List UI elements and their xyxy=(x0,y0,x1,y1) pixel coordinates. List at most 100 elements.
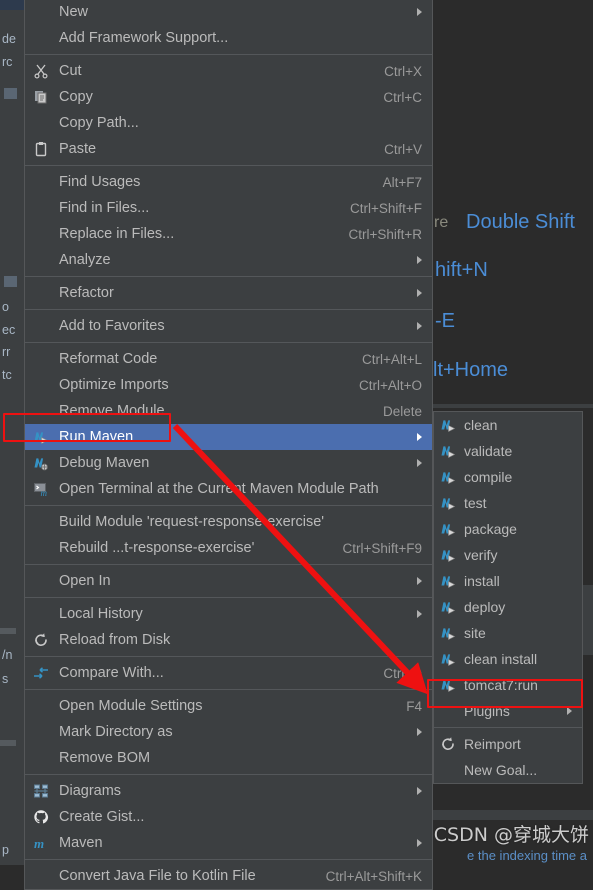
menu-item-reimport[interactable]: Reimport xyxy=(434,731,582,757)
menu-item-remove-module[interactable]: Remove Module Delete xyxy=(25,398,432,424)
tip-double-shift: Double Shift xyxy=(466,211,575,233)
menu-item-label: install xyxy=(464,573,500,589)
chevron-right-icon xyxy=(417,322,422,330)
menu-item-shortcut: Ctrl+Shift+F9 xyxy=(342,540,422,556)
menu-item-debug-maven[interactable]: Debug Maven xyxy=(25,450,432,476)
menu-item-create-gist[interactable]: Create Gist... xyxy=(25,804,432,830)
menu-item-copy-path[interactable]: Copy Path... xyxy=(25,110,432,136)
maven-goal-icon xyxy=(440,599,464,615)
menu-item-shortcut: Ctrl+Alt+Shift+K xyxy=(325,868,422,884)
menu-item-verify[interactable]: verify xyxy=(434,542,582,568)
tree-chip xyxy=(4,276,17,287)
menu-item-label: Find in Files... xyxy=(59,200,150,216)
menu-item-open-in[interactable]: Open In xyxy=(25,568,432,594)
bg-divider xyxy=(433,810,593,820)
menu-item-analyze[interactable]: Analyze xyxy=(25,247,432,273)
menu-item-convert-java-file-to-kotlin-file[interactable]: Convert Java File to Kotlin File Ctrl+Alt… xyxy=(25,863,432,889)
menu-item-label: compile xyxy=(464,469,513,485)
menu-item-mark-directory-as[interactable]: Mark Directory as xyxy=(25,719,432,745)
menu-item-find-usages[interactable]: Find Usages Alt+F7 xyxy=(25,169,432,195)
menu-item-maven[interactable]: m Maven xyxy=(25,830,432,856)
menu-item-remove-bom[interactable]: Remove BOM xyxy=(25,745,432,771)
menu-separator xyxy=(25,505,432,506)
no-icon xyxy=(33,4,59,20)
csdn-watermark: CSDN @穿城大饼 xyxy=(433,824,589,846)
maven-goal-icon xyxy=(440,651,464,667)
menu-separator xyxy=(25,165,432,166)
menu-item-label: deploy xyxy=(464,599,506,615)
menu-item-label: validate xyxy=(464,443,513,459)
menu-item-validate[interactable]: validate xyxy=(434,438,582,464)
menu-item-shortcut: Delete xyxy=(382,403,422,419)
menu-item-shortcut: Ctrl+D xyxy=(383,665,422,681)
menu-item-label: package xyxy=(464,521,517,537)
menu-item-find-in-files[interactable]: Find in Files... Ctrl+Shift+F xyxy=(25,195,432,221)
no-icon xyxy=(33,30,59,46)
menu-item-label: Add Framework Support... xyxy=(59,30,229,46)
no-icon xyxy=(440,703,464,719)
menu-item-site[interactable]: site xyxy=(434,620,582,646)
menu-item-new-goal[interactable]: New Goal... xyxy=(434,757,582,783)
menu-item-clean[interactable]: clean xyxy=(434,412,582,438)
menu-item-build-module-request-response-exercise[interactable]: Build Module 'request-response-exercise' xyxy=(25,509,432,535)
maven-goal-icon xyxy=(440,443,464,459)
no-icon xyxy=(33,252,59,268)
menu-item-label: Add to Favorites xyxy=(59,318,165,334)
menu-item-shortcut: Ctrl+X xyxy=(384,63,422,79)
menu-item-reformat-code[interactable]: Reformat Code Ctrl+Alt+L xyxy=(25,346,432,372)
maven-goal-icon xyxy=(440,469,464,485)
no-icon xyxy=(33,606,59,622)
menu-item-refactor[interactable]: Refactor xyxy=(25,280,432,306)
menu-item-install[interactable]: install xyxy=(434,568,582,594)
menu-item-label: test xyxy=(464,495,487,511)
menu-item-label: Rebuild ...t-response-exercise' xyxy=(59,540,255,556)
menu-item-replace-in-files[interactable]: Replace in Files... Ctrl+Shift+R xyxy=(25,221,432,247)
menu-item-clean-install[interactable]: clean install xyxy=(434,646,582,672)
menu-item-label: Maven xyxy=(59,835,103,851)
menu-item-run-maven[interactable]: Run Maven xyxy=(25,424,432,450)
menu-item-package[interactable]: package xyxy=(434,516,582,542)
menu-item-diagrams[interactable]: Diagrams xyxy=(25,778,432,804)
menu-item-label: verify xyxy=(464,547,498,563)
menu-item-open-terminal-at-the-current-maven-module-path[interactable]: m Open Terminal at the Current Maven Modu… xyxy=(25,476,432,502)
menu-item-reload-from-disk[interactable]: Reload from Disk xyxy=(25,627,432,653)
menu-item-optimize-imports[interactable]: Optimize Imports Ctrl+Alt+O xyxy=(25,372,432,398)
menu-item-cut[interactable]: Cut Ctrl+X xyxy=(25,58,432,84)
menu-item-rebuild-t-response-exercise[interactable]: Rebuild ...t-response-exercise' Ctrl+Shif… xyxy=(25,535,432,561)
menu-item-label: Remove Module xyxy=(59,403,165,419)
run-maven-submenu[interactable]: clean validate compile test package verify ins… xyxy=(433,411,583,784)
menu-item-label: Run Maven xyxy=(59,429,134,445)
terminal-maven-icon: m xyxy=(33,481,59,497)
menu-item-deploy[interactable]: deploy xyxy=(434,594,582,620)
menu-item-add-framework-support[interactable]: Add Framework Support... xyxy=(25,25,432,51)
chevron-right-icon xyxy=(417,289,422,297)
menu-item-compare-with[interactable]: Compare With... Ctrl+D xyxy=(25,660,432,686)
menu-item-paste[interactable]: Paste Ctrl+V xyxy=(25,136,432,162)
no-icon xyxy=(33,750,59,766)
menu-item-label: clean xyxy=(464,417,498,433)
no-icon xyxy=(33,724,59,740)
menu-item-local-history[interactable]: Local History xyxy=(25,601,432,627)
tip-shift-n: hift+N xyxy=(435,259,488,281)
menu-item-shortcut: Ctrl+Shift+R xyxy=(348,226,422,242)
maven-goal-icon xyxy=(440,547,464,563)
menu-item-label: Convert Java File to Kotlin File xyxy=(59,868,256,884)
no-icon xyxy=(33,403,59,419)
menu-item-label: Copy xyxy=(59,89,93,105)
copy-icon xyxy=(33,89,59,105)
compare-icon xyxy=(33,665,59,681)
chevron-right-icon xyxy=(417,787,422,795)
menu-item-new[interactable]: New xyxy=(25,0,432,25)
menu-separator xyxy=(25,774,432,775)
menu-item-add-to-favorites[interactable]: Add to Favorites xyxy=(25,313,432,339)
menu-item-tomcat7-run[interactable]: tomcat7:run xyxy=(434,672,582,698)
menu-item-open-module-settings[interactable]: Open Module Settings F4 xyxy=(25,693,432,719)
menu-item-label: Cut xyxy=(59,63,82,79)
menu-item-copy[interactable]: Copy Ctrl+C xyxy=(25,84,432,110)
menu-item-compile[interactable]: compile xyxy=(434,464,582,490)
menu-item-label: Open Module Settings xyxy=(59,698,203,714)
chevron-right-icon xyxy=(567,707,572,715)
menu-item-plugins[interactable]: Plugins xyxy=(434,698,582,724)
module-context-menu[interactable]: New Add Framework Support... Cut Ctrl+X Copy… xyxy=(24,0,433,890)
menu-item-test[interactable]: test xyxy=(434,490,582,516)
